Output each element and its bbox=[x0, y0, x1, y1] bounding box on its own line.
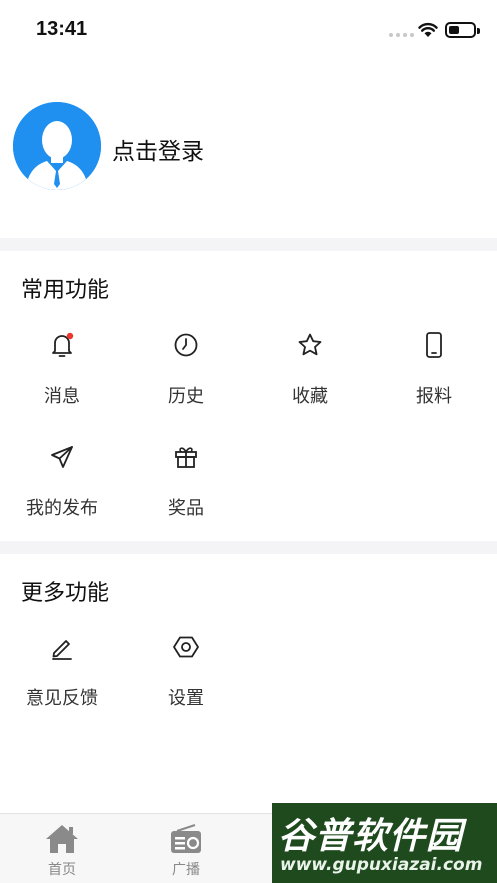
bell-icon bbox=[52, 332, 74, 357]
gift-icon bbox=[175, 447, 197, 468]
battery-icon bbox=[445, 22, 480, 38]
notification-badge bbox=[66, 332, 74, 340]
settings-icon bbox=[173, 636, 199, 658]
section-title-more: 更多功能 bbox=[21, 581, 110, 606]
menu-item-label: 设置 bbox=[168, 688, 204, 709]
user-silhouette-icon bbox=[13, 102, 101, 190]
section-title-common: 常用功能 bbox=[21, 278, 110, 303]
status-bar: 13:41 bbox=[0, 0, 497, 60]
send-icon bbox=[51, 446, 73, 468]
menu-item-label: 收藏 bbox=[292, 386, 328, 407]
login-link[interactable]: 点击登录 bbox=[112, 132, 204, 166]
menu-item-label: 报料 bbox=[416, 386, 452, 407]
watermark-url: www.gupuxiazai.com bbox=[280, 855, 483, 875]
tab-label: 首页 bbox=[48, 862, 76, 878]
menu-item-favorites[interactable]: 收藏 bbox=[248, 330, 372, 426]
tab-label: 广播 bbox=[172, 862, 200, 878]
clock-icon bbox=[174, 333, 198, 357]
menu-item-label: 意见反馈 bbox=[26, 688, 98, 709]
section-divider bbox=[0, 541, 497, 554]
menu-item-history[interactable]: 历史 bbox=[124, 330, 248, 426]
home-icon bbox=[46, 825, 78, 853]
menu-item-feedback[interactable]: 意见反馈 bbox=[0, 632, 124, 728]
wifi-icon bbox=[418, 22, 438, 37]
menu-item-prizes[interactable]: 奖品 bbox=[124, 442, 248, 538]
tab-broadcast[interactable]: 广播 bbox=[124, 814, 248, 883]
menu-item-label: 历史 bbox=[168, 386, 204, 407]
menu-item-settings[interactable]: 设置 bbox=[124, 632, 248, 728]
status-time: 13:41 bbox=[36, 18, 88, 40]
menu-item-label: 奖品 bbox=[168, 498, 204, 519]
menu-item-my-posts[interactable]: 我的发布 bbox=[0, 442, 124, 538]
menu-item-messages[interactable]: 消息 bbox=[0, 330, 124, 426]
menu-item-report[interactable]: 报料 bbox=[372, 330, 496, 426]
watermark-brand: 谷普软件园 bbox=[278, 816, 464, 857]
radio-icon bbox=[171, 824, 201, 853]
pencil-icon bbox=[52, 640, 72, 660]
section-divider bbox=[0, 238, 497, 251]
watermark-logo: 谷普软件园 www.gupuxiazai.com bbox=[272, 803, 497, 883]
menu-item-label: 我的发布 bbox=[26, 498, 98, 519]
profile-header[interactable]: 点击登录 bbox=[0, 60, 497, 238]
menu-item-label: 消息 bbox=[44, 386, 80, 407]
star-icon bbox=[298, 333, 322, 356]
cellular-signal-icon bbox=[389, 33, 414, 37]
tab-home[interactable]: 首页 bbox=[0, 814, 124, 883]
phone-icon bbox=[426, 332, 442, 358]
avatar[interactable] bbox=[13, 102, 101, 190]
